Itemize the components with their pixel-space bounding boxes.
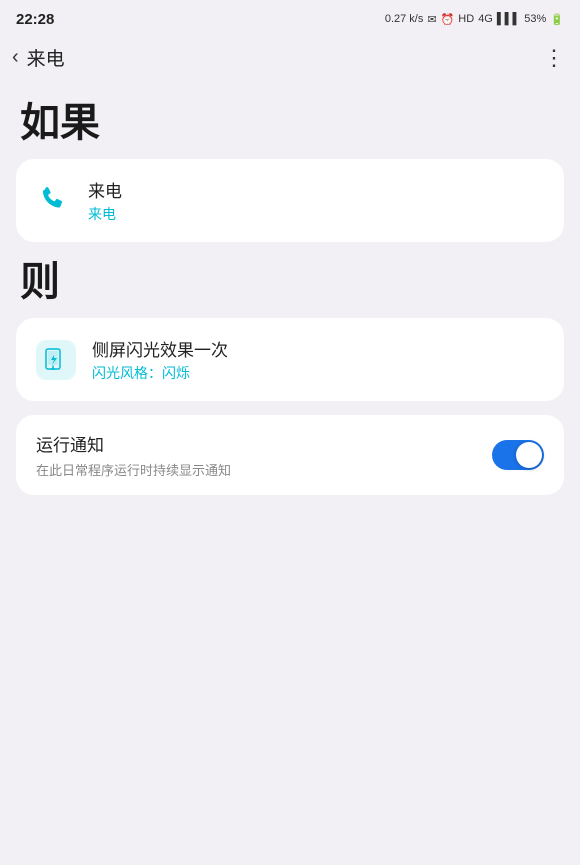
nav-left: ‹ 来电 bbox=[12, 44, 65, 71]
main-content: 如果 来电 来电 则 bbox=[0, 79, 580, 525]
flash-card[interactable]: 侧屏闪光效果一次 闪光风格：闪烁 bbox=[16, 318, 564, 401]
network-speed: 0.27 k/s bbox=[385, 13, 424, 25]
flash-card-text: 侧屏闪光效果一次 闪光风格：闪烁 bbox=[92, 336, 228, 383]
flash-svg-icon bbox=[44, 348, 68, 372]
signal-4g-icon: 4G bbox=[478, 13, 493, 25]
if-card-subtitle: 来电 bbox=[88, 204, 122, 224]
if-card-title: 来电 bbox=[88, 177, 122, 202]
toggle-knob bbox=[516, 442, 542, 468]
top-nav: ‹ 来电 ⋮ bbox=[0, 36, 580, 79]
alarm-icon: ⏰ bbox=[441, 13, 455, 26]
if-section-heading: 如果 bbox=[20, 101, 564, 145]
phone-svg-icon bbox=[38, 185, 70, 217]
toggle-text-area: 运行通知 在此日常程序运行时持续显示通知 bbox=[36, 431, 492, 479]
hd-badge: HD bbox=[458, 13, 474, 25]
notification-toggle[interactable] bbox=[492, 440, 544, 470]
flash-card-subtitle: 闪光风格：闪烁 bbox=[92, 363, 228, 383]
status-time: 22:28 bbox=[16, 11, 54, 28]
incoming-call-item[interactable]: 来电 来电 bbox=[16, 159, 564, 242]
then-section-heading: 则 bbox=[20, 260, 564, 304]
back-button[interactable]: ‹ bbox=[12, 46, 19, 69]
signal-bars-icon: ▌▌▌ bbox=[497, 13, 520, 25]
page-title: 来电 bbox=[27, 44, 65, 71]
flash-icon bbox=[36, 340, 76, 380]
toggle-subtitle: 在此日常程序运行时持续显示通知 bbox=[36, 460, 492, 479]
if-card-text: 来电 来电 bbox=[88, 177, 122, 224]
toggle-title: 运行通知 bbox=[36, 431, 492, 456]
message-icon: ✉ bbox=[427, 13, 436, 26]
notification-toggle-card[interactable]: 运行通知 在此日常程序运行时持续显示通知 bbox=[16, 415, 564, 495]
status-bar: 22:28 0.27 k/s ✉ ⏰ HD 4G ▌▌▌ 53% 🔋 bbox=[0, 0, 580, 36]
flash-card-title: 侧屏闪光效果一次 bbox=[92, 336, 228, 361]
battery-percent: 53% bbox=[524, 13, 546, 25]
more-options-button[interactable]: ⋮ bbox=[543, 45, 564, 71]
status-icons: 0.27 k/s ✉ ⏰ HD 4G ▌▌▌ 53% 🔋 bbox=[385, 13, 564, 26]
if-card[interactable]: 来电 来电 bbox=[16, 159, 564, 242]
phone-icon bbox=[36, 183, 72, 219]
flash-effect-item[interactable]: 侧屏闪光效果一次 闪光风格：闪烁 bbox=[16, 318, 564, 401]
battery-icon: 🔋 bbox=[550, 13, 564, 26]
